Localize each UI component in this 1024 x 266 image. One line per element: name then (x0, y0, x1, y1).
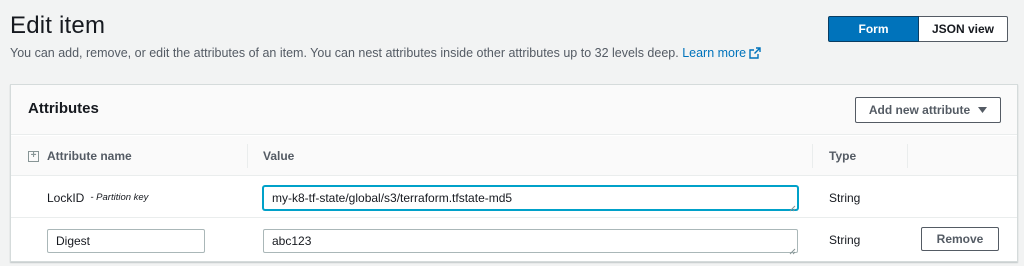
view-toggle: Form JSON view (828, 16, 1008, 42)
expand-all-icon[interactable]: + (28, 150, 39, 162)
attribute-name-text: Digest (56, 234, 91, 248)
attribute-name-cell: LockID - Partition key (47, 177, 148, 218)
value-field[interactable]: abc123 (263, 229, 798, 255)
description-text: You can add, remove, or edit the attribu… (10, 46, 679, 60)
value-column-header: Value (263, 149, 295, 163)
attribute-name-column-header: + Attribute name (28, 136, 132, 176)
caret-down-icon (978, 103, 988, 117)
table-row: LockID - Partition key my-k8-tf-state/gl… (11, 177, 1017, 218)
remove-attribute-button[interactable]: Remove (921, 227, 999, 251)
edit-item-page: Edit item You can add, remove, or edit t… (0, 0, 1024, 266)
type-cell: String (829, 232, 861, 247)
external-link-icon (749, 47, 761, 62)
add-new-attribute-button[interactable]: Add new attribute (855, 97, 1001, 123)
learn-more-link[interactable]: Learn more (682, 46, 761, 60)
form-view-button[interactable]: Form (828, 16, 919, 42)
attribute-name: LockID (47, 190, 85, 205)
value-field[interactable]: my-k8-tf-state/global/s3/terraform.tfsta… (263, 186, 798, 212)
page-title: Edit item (10, 12, 106, 39)
type-column-header: Type (829, 149, 857, 163)
table-row: Digest abc123 String Remove (11, 219, 1017, 260)
add-new-attribute-label: Add new attribute (868, 103, 971, 117)
attribute-name-header-label: Attribute name (47, 149, 132, 163)
json-view-button[interactable]: JSON view (919, 16, 1008, 42)
attributes-panel-header: Attributes Add new attribute (11, 85, 1017, 135)
column-divider (812, 144, 813, 168)
resize-handle-icon[interactable] (789, 244, 796, 255)
page-description: You can add, remove, or edit the attribu… (10, 46, 761, 62)
column-divider (907, 144, 908, 168)
attributes-table-header: + Attribute name Value Type (11, 136, 1017, 176)
attributes-panel: Attributes Add new attribute + Attribute… (10, 84, 1018, 262)
partition-key-label: - Partition key (90, 192, 149, 203)
page-header: Edit item You can add, remove, or edit t… (10, 10, 1014, 70)
column-divider (247, 144, 248, 168)
resize-handle-icon[interactable] (789, 201, 796, 212)
type-cell: String (829, 190, 861, 205)
value-text: abc123 (272, 234, 312, 248)
attribute-name-field[interactable]: Digest (47, 229, 205, 253)
learn-more-label: Learn more (682, 46, 747, 60)
attributes-title: Attributes (28, 100, 99, 117)
value-text: my-k8-tf-state/global/s3/terraform.tfsta… (272, 191, 513, 205)
